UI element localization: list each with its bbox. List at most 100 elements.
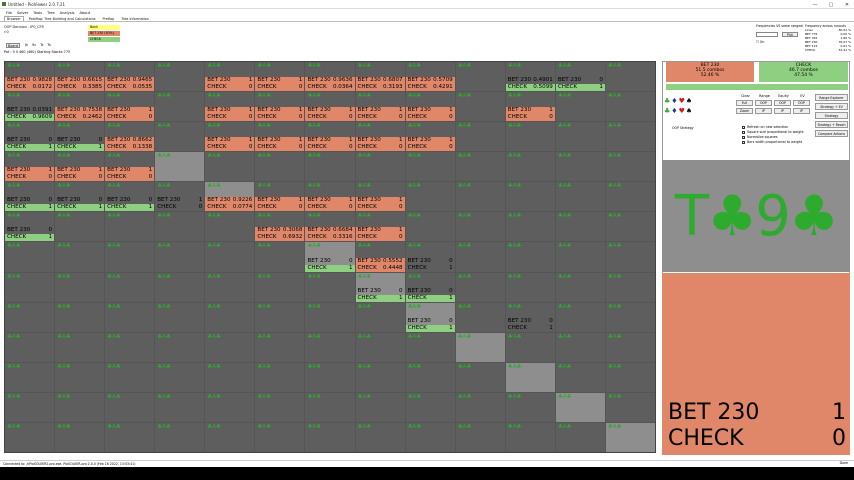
hand-cell[interactable]: ♣A♣ BET 230 0 CHECK 1 — [405, 242, 455, 272]
summary-bet[interactable]: BET 230 51.5 combos 52.46 % — [666, 62, 754, 82]
action-item[interactable]: CHECK — [88, 37, 120, 42]
hand-cell[interactable]: ♣A♣ BET 230 0 CHECK 1 — [405, 272, 455, 302]
hand-cell[interactable]: ♣A♣ — [155, 212, 205, 242]
hand-cell[interactable]: ♣A♣ — [305, 392, 355, 422]
range-explorer-button[interactable]: Range Explorer — [815, 94, 848, 101]
hand-cell[interactable]: ♣A♣ — [505, 212, 555, 242]
hand-cell[interactable]: ♣A♣ — [205, 392, 255, 422]
hand-cell[interactable]: ♣A♣ — [455, 152, 505, 182]
hand-cell[interactable]: ♣A♣ — [255, 422, 305, 452]
hand-cell[interactable]: ♣A♣ — [555, 152, 605, 182]
hand-cell[interactable]: ♣A♣ — [355, 362, 405, 392]
menu-tree[interactable]: Tree — [47, 11, 55, 15]
strategy-reach-button[interactable]: Strategy + Reach — [815, 121, 848, 128]
hand-cell[interactable]: ♣A♣ BET 230 0.8662 CHECK 0.1338 — [105, 122, 155, 152]
hand-cell[interactable]: ♣A♣ — [255, 272, 305, 302]
hand-cell[interactable]: ♣A♣ — [455, 92, 505, 122]
hand-cell[interactable]: ♣A♣ — [55, 272, 105, 302]
hand-cell[interactable]: ♣A♣ — [405, 182, 455, 212]
hand-cell[interactable]: ♣A♣ — [55, 362, 105, 392]
hand-cell[interactable]: ♣A♣ — [355, 302, 405, 332]
hand-cell[interactable]: ♣A♣ — [155, 242, 205, 272]
hand-cell[interactable]: ♣A♣ — [355, 422, 405, 452]
hand-cell[interactable]: ♣A♣ — [155, 152, 205, 182]
hand-cell[interactable]: ♣A♣ — [605, 272, 655, 302]
hand-cell[interactable]: ♣A♣ — [155, 362, 205, 392]
compare-actions-button[interactable]: Compare Actions — [815, 130, 848, 137]
spade-icon[interactable]: ♠ — [686, 97, 693, 105]
hand-cell[interactable]: ♣A♣ — [205, 152, 255, 182]
range-ip-button[interactable]: IP — [755, 108, 772, 114]
hand-cell[interactable]: ♣A♣ — [505, 272, 555, 302]
heart-icon[interactable]: ♥ — [679, 97, 686, 105]
heart-icon[interactable]: ♥ — [679, 107, 686, 115]
hand-cell[interactable]: ♣A♣ BET 230 1 CHECK 0 — [255, 62, 305, 92]
hand-cell[interactable]: ♣A♣ — [555, 362, 605, 392]
hand-cell[interactable]: ♣A♣ — [255, 392, 305, 422]
menu-file[interactable]: File — [6, 11, 12, 15]
hand-cell[interactable]: ♣A♣ — [505, 152, 555, 182]
hand-cell[interactable]: ♣A♣ BET 230 0.9636 CHECK 0.0364 — [305, 62, 355, 92]
hand-cell[interactable]: ♣A♣ — [155, 62, 205, 92]
maximize-icon[interactable]: ▢ — [826, 2, 836, 8]
board-card[interactable]: Jh — [25, 43, 28, 47]
hand-cell[interactable]: ♣A♣ BET 230 1 CHECK 0 — [355, 92, 405, 122]
on-checkbox[interactable]: ☐ On — [756, 40, 764, 44]
hand-cell[interactable]: ♣A♣ — [305, 362, 355, 392]
hand-cell[interactable]: ♣A♣ BET 230 1 CHECK 0 — [355, 212, 405, 242]
hand-cell[interactable]: ♣A♣ — [455, 242, 505, 272]
hand-cell[interactable]: ♣A♣ — [105, 242, 155, 272]
hand-cell[interactable]: ♣A♣ — [455, 332, 505, 362]
summary-check[interactable]: CHECK 46.7 combos 47.54 % — [759, 62, 848, 82]
hand-cell[interactable]: ♣A♣ — [405, 212, 455, 242]
hand-cell[interactable]: ♣A♣ — [205, 422, 255, 452]
hand-cell[interactable]: ♣A♣ — [255, 362, 305, 392]
hand-cell[interactable]: ♣A♣ — [555, 302, 605, 332]
tab-tree-info[interactable]: Tree information — [119, 17, 151, 21]
hand-cell[interactable]: ♣A♣ — [55, 332, 105, 362]
hand-cell[interactable]: ♣A♣ — [505, 182, 555, 212]
strategy-button[interactable]: Strategy — [815, 112, 848, 119]
hand-cell[interactable]: ♣A♣ — [505, 392, 555, 422]
hand-cell[interactable]: ♣A♣ — [155, 332, 205, 362]
hand-cell[interactable]: ♣A♣ — [105, 422, 155, 452]
hand-cell[interactable]: ♣A♣ BET 230 0 CHECK 1 — [505, 302, 555, 332]
hand-cell[interactable]: ♣A♣ BET 230 0 CHECK 1 — [55, 182, 105, 212]
hand-cell[interactable]: ♣A♣ — [455, 422, 505, 452]
hand-cell[interactable]: ♣A♣ — [505, 332, 555, 362]
hand-cell[interactable]: ♣A♣ BET 230 0.6684 CHECK 0.3316 — [305, 212, 355, 242]
hand-cell[interactable]: ♣A♣ — [55, 422, 105, 452]
hand-cell[interactable]: ♣A♣ — [55, 242, 105, 272]
menu-about[interactable]: About — [79, 11, 90, 15]
hand-cell[interactable]: ♣A♣ — [405, 422, 455, 452]
frequency-input[interactable] — [756, 32, 778, 37]
equity-oop-button[interactable]: OOP — [774, 100, 791, 106]
menu-tools[interactable]: Tools — [33, 11, 42, 15]
hand-cell[interactable]: ♣A♣ BET 230 0 CHECK 1 — [5, 212, 55, 242]
hand-cell[interactable]: ♣A♣ — [205, 242, 255, 272]
hand-cell[interactable]: ♣A♣ — [555, 92, 605, 122]
hand-cell[interactable]: ♣A♣ BET 230 1 CHECK 0 — [105, 152, 155, 182]
hand-cell[interactable]: ♣A♣ — [505, 422, 555, 452]
hand-cell[interactable]: ♣A♣ BET 230 0.6615 CHECK 0.3385 — [55, 62, 105, 92]
board-card[interactable]: 9c — [32, 43, 36, 47]
hand-cell[interactable]: ♣A♣ — [505, 362, 555, 392]
hand-cell[interactable]: ♣A♣ — [155, 392, 205, 422]
hand-cell[interactable]: ♣A♣ — [55, 302, 105, 332]
hand-cell[interactable]: ♣A♣ — [155, 302, 205, 332]
diamond-icon[interactable]: ♦ — [671, 97, 678, 105]
ev-ip-button[interactable]: IP — [793, 108, 810, 114]
hand-cell[interactable]: ♣A♣ — [355, 392, 405, 422]
hand-cell[interactable]: ♣A♣ — [555, 122, 605, 152]
hand-cell[interactable]: ♣A♣ BET 230 0.5709 CHECK 0.4291 — [405, 62, 455, 92]
hand-cell[interactable]: ♣A♣ — [5, 302, 55, 332]
hand-cell[interactable]: ♣A♣ BET 230 1 CHECK 0 — [355, 122, 405, 152]
hand-cell[interactable]: ♣A♣ BET 230 1 CHECK 0 — [405, 122, 455, 152]
strategy-ev-button[interactable]: Strategy + EV — [815, 103, 848, 110]
hand-cell[interactable]: ♣A♣ — [105, 392, 155, 422]
hand-cell[interactable]: ♣A♣ BET 230 1 CHECK 0 — [255, 182, 305, 212]
hand-cell[interactable]: ♣A♣ — [155, 92, 205, 122]
hand-cell[interactable]: ♣A♣ BET 230 0 CHECK 1 — [555, 62, 605, 92]
hand-cell[interactable]: ♣A♣ — [355, 152, 405, 182]
menu-solver[interactable]: Solver — [17, 11, 28, 15]
